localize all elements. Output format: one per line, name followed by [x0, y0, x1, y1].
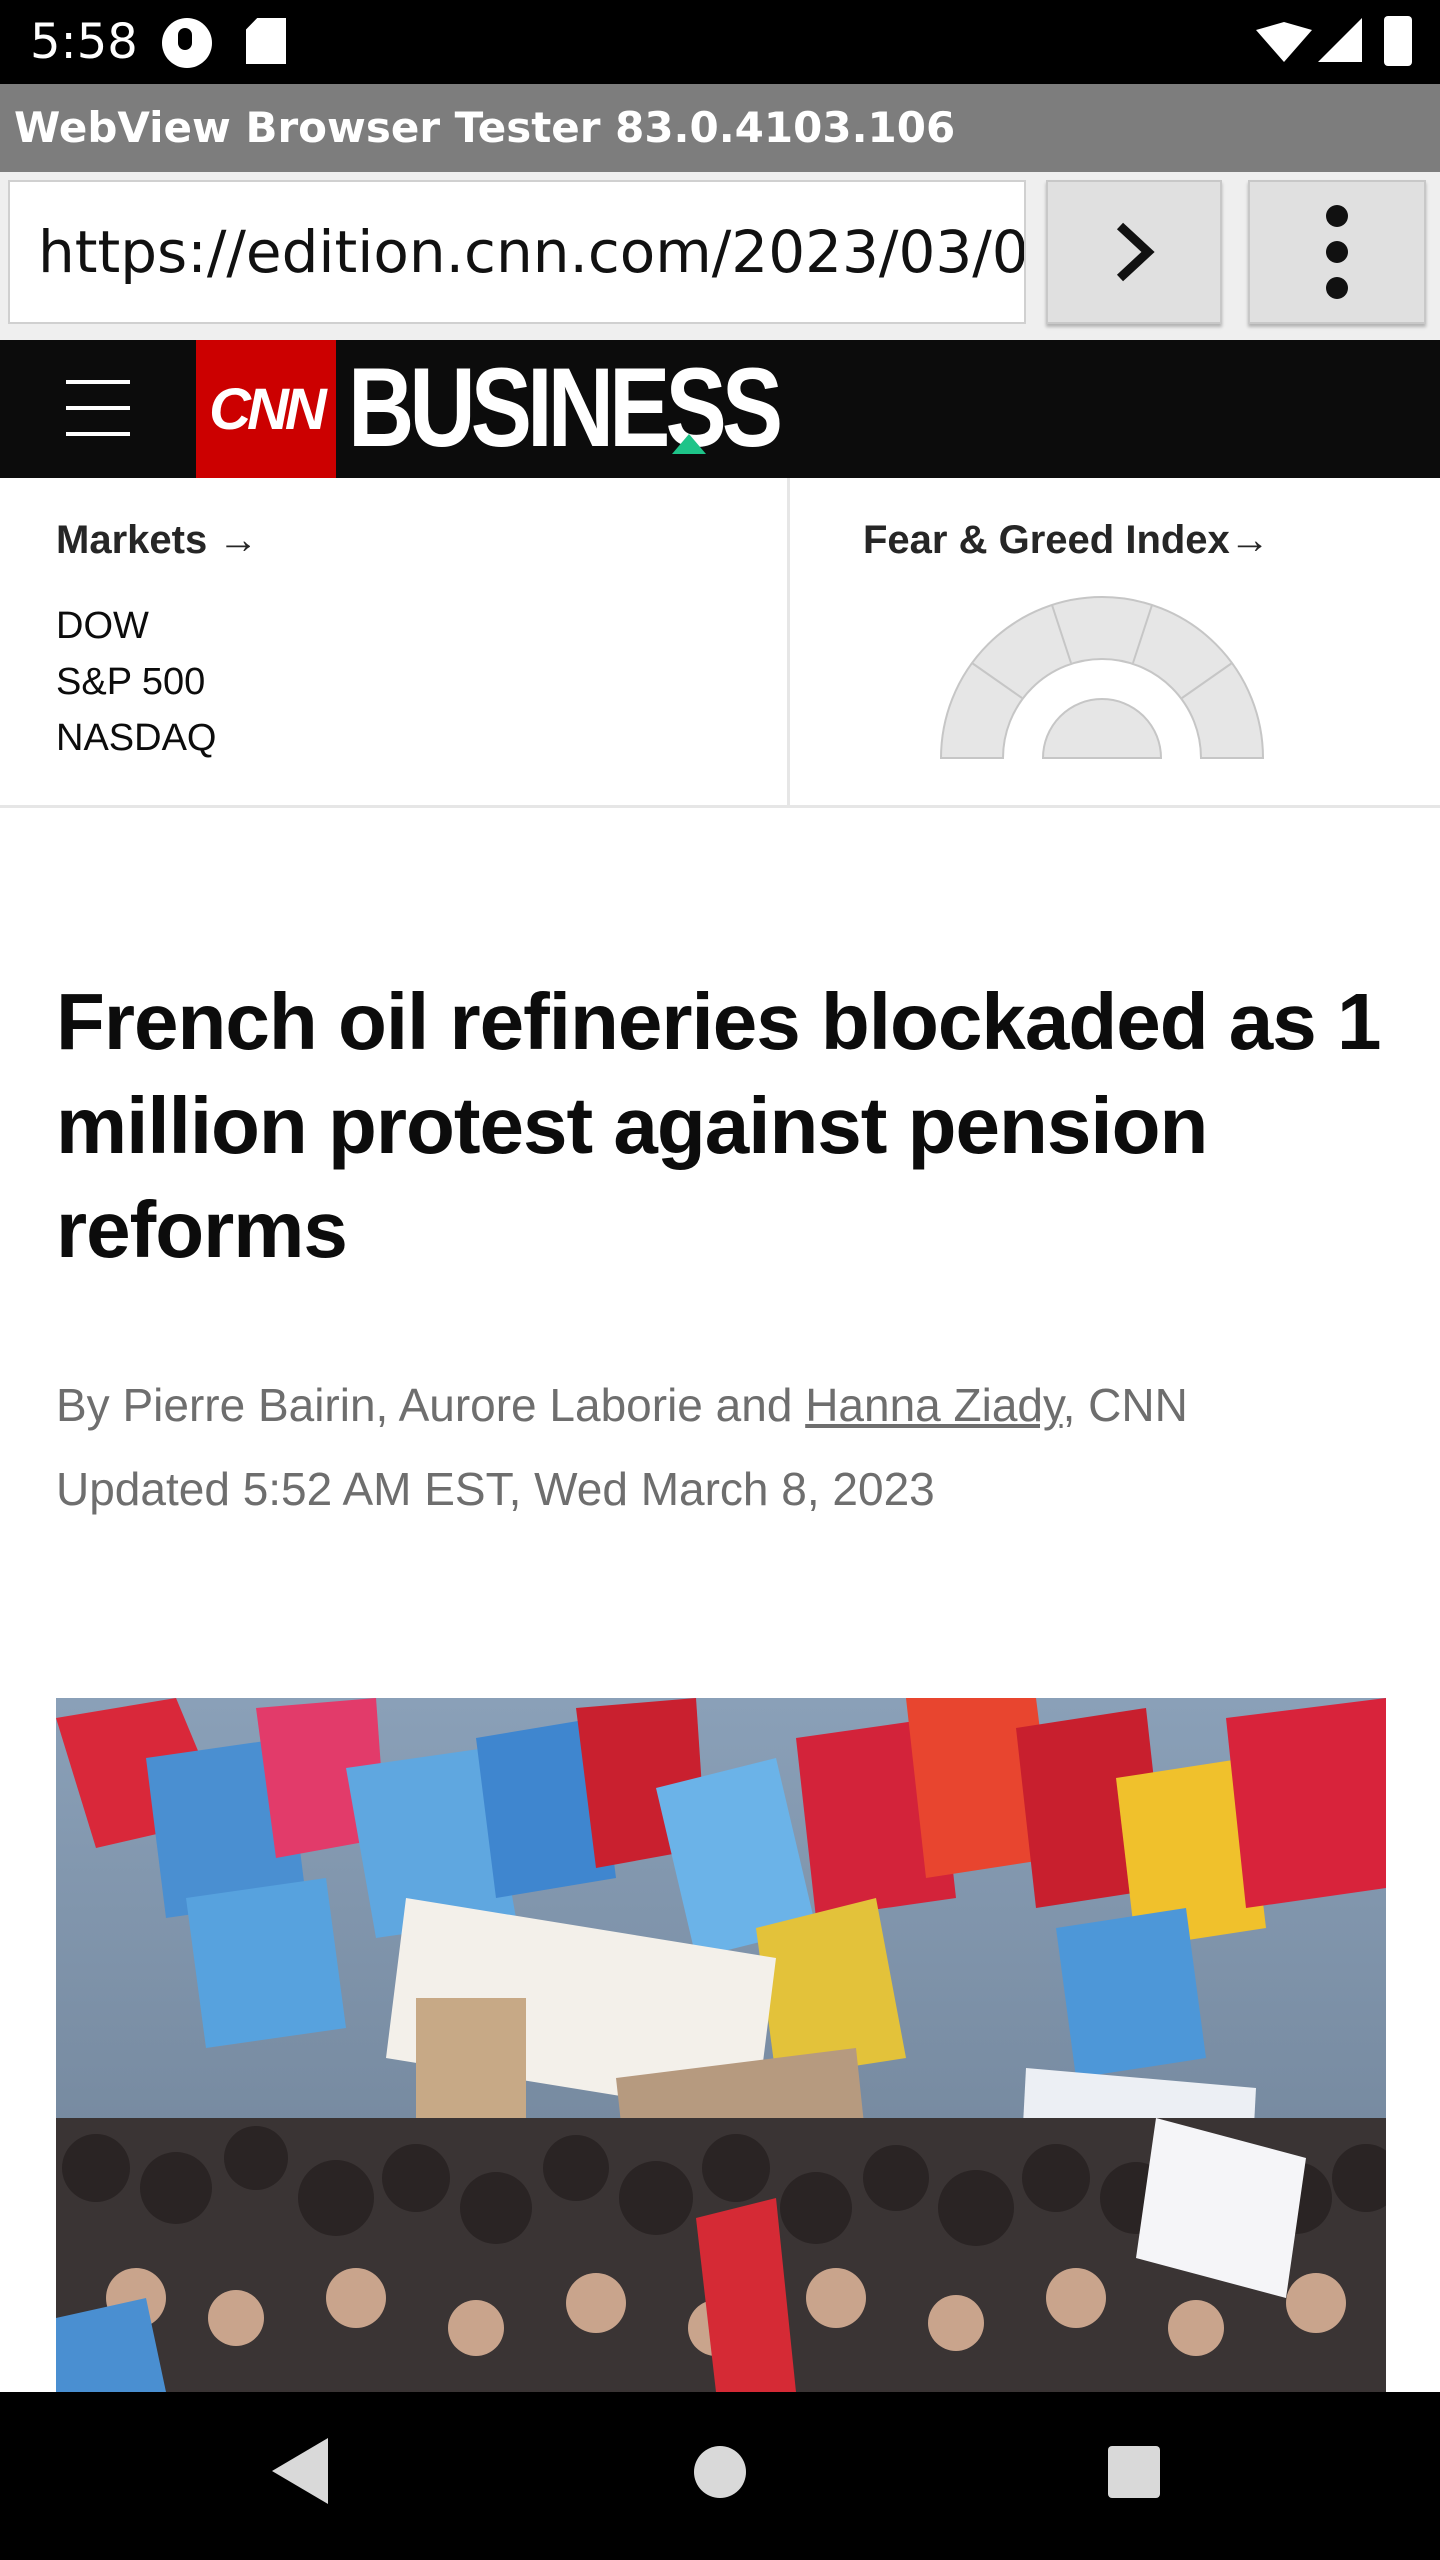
markets-panel: Markets → DOW S&P 500 NASDAQ — [0, 478, 790, 808]
author-link[interactable]: Hanna Ziady — [805, 1379, 1062, 1431]
chevron-right-icon — [1116, 222, 1155, 282]
url-input[interactable]: https://edition.cnn.com/2023/03/08/busin… — [8, 180, 1026, 324]
protest-crowd-image — [56, 1698, 1386, 2392]
article-byline: By Pierre Bairin, Aurore Laborie and Han… — [56, 1378, 1188, 1432]
hero-image[interactable] — [56, 1698, 1386, 2392]
section-title[interactable]: BUSINESS — [348, 348, 783, 468]
cnn-logo-text: CNN — [209, 376, 327, 442]
markets-list: DOW S&P 500 NASDAQ — [56, 598, 216, 766]
wifi-icon — [1256, 22, 1312, 62]
market-item[interactable]: DOW — [56, 598, 216, 654]
url-toolbar: https://edition.cnn.com/2023/03/08/busin… — [0, 172, 1440, 340]
notification-icon — [162, 18, 212, 68]
cnn-logo[interactable]: CNN — [196, 340, 336, 478]
cell-signal-icon — [1318, 18, 1362, 62]
status-time: 5:58 — [30, 14, 138, 70]
hamburger-menu-icon[interactable] — [66, 376, 130, 440]
market-item[interactable]: NASDAQ — [56, 710, 216, 766]
back-icon[interactable] — [272, 2438, 328, 2504]
recent-apps-icon[interactable] — [1108, 2446, 1160, 2498]
fear-greed-gauge-icon[interactable] — [937, 590, 1267, 762]
system-nav-bar — [0, 2392, 1440, 2560]
more-vert-icon — [1326, 205, 1348, 299]
overflow-menu-button[interactable] — [1248, 180, 1426, 324]
fear-greed-panel: Fear & Greed Index→ — [793, 478, 1440, 808]
market-item[interactable]: S&P 500 — [56, 654, 216, 710]
market-ticker-row: Markets → DOW S&P 500 NASDAQ Fear & Gree… — [0, 478, 1440, 808]
site-header: CNN BUSINESS — [0, 340, 1440, 478]
home-icon[interactable] — [694, 2446, 746, 2498]
status-bar: 5:58 — [0, 0, 1440, 84]
article-timestamp: Updated 5:52 AM EST, Wed March 8, 2023 — [56, 1463, 935, 1515]
browser-title: WebView Browser Tester 83.0.4103.106 — [0, 84, 1440, 172]
byline-prefix: By Pierre Bairin, Aurore Laborie and — [56, 1379, 806, 1431]
sd-card-icon — [246, 18, 286, 64]
markets-link[interactable]: Markets → — [56, 518, 258, 563]
battery-icon — [1384, 16, 1412, 66]
byline-suffix: , CNN — [1062, 1379, 1188, 1431]
fear-greed-link[interactable]: Fear & Greed Index→ — [863, 518, 1270, 563]
article-headline: French oil refineries blockaded as 1 mil… — [56, 977, 1382, 1274]
go-button[interactable] — [1046, 180, 1222, 324]
